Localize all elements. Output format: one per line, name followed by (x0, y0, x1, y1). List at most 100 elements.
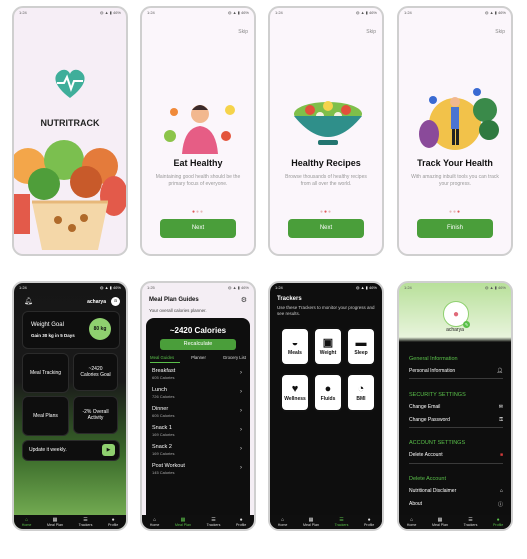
row-label: Change Email (409, 404, 441, 410)
nav-profile[interactable]: ● Profile (236, 517, 246, 527)
nav-label: Profile (236, 523, 247, 527)
tab-grocery-list[interactable]: Grocery List (223, 355, 246, 360)
nav-home[interactable]: ⌂ Home (22, 517, 32, 527)
nav-label: Trackers (334, 523, 349, 527)
meal-plan-subtitle: Your overall calories planner. (149, 308, 207, 313)
meal-plan-screen: 1:25 ◍ ▲ ▮ 46% Meal Plan Guides ⚙ Your ov… (140, 281, 256, 531)
tile-label: -2% Overall Activity (82, 409, 109, 421)
update-weekly-card[interactable]: Update it weekly. ▶ (22, 440, 120, 461)
onboarding-title: Healthy Recipes (291, 158, 361, 168)
onboarding-eat-healthy: 1:24 ◍ ▲ ▮ 46% Skip Eat Healthy Maintaini… (140, 6, 256, 256)
gauge-icon: ◔ (357, 383, 365, 395)
onboarding-title: Track Your Health (417, 158, 493, 168)
home-screen: 1:24 ◍ ▲ ▮ 46% 🔔︎ acharya a Weight Goal G… (12, 281, 128, 531)
skip-button[interactable]: Skip (366, 29, 376, 35)
avatar-initial: a (114, 298, 117, 304)
finish-button[interactable]: Finish (417, 219, 493, 238)
nav-profile[interactable]: ● Profile (108, 517, 118, 527)
chevron-right-icon: › (240, 389, 242, 395)
bottom-nav: ⌂ Home ▦ Meal Plan ☰ Trackers ● Profile (142, 515, 254, 529)
tracker-wellness[interactable]: ♥ Wellness (280, 373, 310, 412)
delete-account-row[interactable]: Delete Account ■ (409, 452, 503, 458)
bell-icon[interactable]: 🔔︎ (24, 297, 33, 305)
nav-label: Profile (108, 523, 119, 527)
gear-icon[interactable]: ⚙ (241, 296, 247, 304)
nav-trackers[interactable]: ☰ Trackers (464, 517, 478, 527)
meal-row-snack-1[interactable]: Snack 1 169 Calories › (152, 425, 244, 437)
row-label: Delete Account (409, 452, 443, 458)
status-icons: ◍ ▲ ▮ 46% (228, 285, 249, 290)
nav-home[interactable]: ⌂ Home (278, 517, 288, 527)
skip-button[interactable]: Skip (238, 29, 248, 35)
calories-goal-tile[interactable]: ~2420 Calories Goal (73, 353, 118, 391)
nav-home[interactable]: ⌂ Home (150, 517, 160, 527)
nav-label: Meal Plan (431, 523, 448, 527)
tracker-weight[interactable]: ▣ Weight (313, 327, 343, 366)
bed-icon: ▬ (355, 337, 367, 349)
overall-activity-tile[interactable]: -2% Overall Activity (73, 396, 118, 434)
avatar[interactable]: a (111, 297, 120, 306)
nav-label: Home (277, 523, 288, 527)
tile-label: Meal Tracking (29, 370, 62, 376)
nav-trackers[interactable]: ☰ Trackers (207, 517, 221, 527)
status-icons: ◍ ▲ ▮ 46% (356, 285, 377, 290)
row-label: Change Password (409, 417, 450, 423)
status-bar: 1:24 ◍ ▲ ▮ 46% (142, 8, 254, 17)
meal-plan-title: Meal Plan Guides (149, 297, 199, 303)
recalculate-button[interactable]: Recalculate (160, 339, 236, 350)
nav-home[interactable]: ⌂ Home (407, 517, 417, 527)
tile-label: Meal Plans (33, 413, 58, 419)
tab-planner[interactable]: Planner (191, 355, 206, 360)
nutritional-disclaimer-row[interactable]: Nutritional Disclaimer ⌂ (409, 488, 503, 494)
nav-profile[interactable]: ● Profile (364, 517, 374, 527)
page-indicator: ●●● (191, 209, 205, 215)
nav-meal-plan[interactable]: ▦ Meal Plan (303, 517, 319, 527)
next-button[interactable]: Next (288, 219, 364, 238)
chevron-right-icon: › (240, 427, 242, 433)
personal-information-row[interactable]: Personal Information 👤︎ (409, 368, 503, 374)
meal-name: Snack 2 (152, 444, 172, 450)
meal-row-dinner[interactable]: Dinner 605 Calories › (152, 406, 244, 418)
meal-row-snack-2[interactable]: Snack 2 169 Calories › (152, 444, 244, 456)
person-icon: 👤︎ (496, 368, 503, 374)
nav-trackers[interactable]: ☰ Trackers (79, 517, 93, 527)
meal-name: Breakfast (152, 368, 176, 374)
next-button[interactable]: Next (160, 219, 236, 238)
play-button[interactable]: ▶ (102, 444, 115, 456)
about-row[interactable]: About ⓘ (409, 501, 503, 508)
nav-meal-plan[interactable]: ▦ Meal Plan (175, 517, 191, 527)
nav-trackers[interactable]: ☰ Trackers (335, 517, 349, 527)
meal-calories: 145 Calories (152, 470, 175, 475)
weight-goal-card[interactable]: Weight Goal Gain 30 kg in 5 Days 80 kg (22, 311, 120, 349)
meal-tracking-tile[interactable]: Meal Tracking (22, 353, 69, 393)
section-security: SECURITY SETTINGS (409, 392, 466, 398)
meal-row-lunch[interactable]: Lunch 726 Calories › (152, 387, 244, 399)
tracker-fluids[interactable]: ● Fluids (313, 373, 343, 412)
nav-label: Trackers (206, 523, 221, 527)
chevron-right-icon: › (240, 446, 242, 452)
meal-row-post-workout[interactable]: Post Workout 145 Calories › (152, 463, 244, 475)
onboarding-title: Eat Healthy (173, 158, 223, 168)
tracker-bmi[interactable]: ◔ BMI (346, 373, 376, 412)
meal-calories: 605 Calories (152, 413, 175, 418)
skip-button[interactable]: Skip (495, 29, 505, 35)
status-bar: 1:24 ◍ ▲ ▮ 46% (14, 8, 126, 17)
tracker-meals[interactable]: ◒ Meals (280, 327, 310, 366)
tracker-sleep[interactable]: ▬ Sleep (346, 327, 376, 366)
tracker-label: Wellness (284, 396, 306, 402)
status-bar: 1:25 ◍ ▲ ▮ 46% (142, 283, 254, 292)
nav-label: Meal Plan (174, 523, 191, 527)
meal-row-breakfast[interactable]: Breakfast 605 Calories › (152, 368, 244, 380)
change-email-row[interactable]: Change Email ✉ (409, 404, 503, 410)
meal-plan-panel: ~2420 Calories Recalculate Meal Guides P… (146, 318, 250, 515)
change-password-row[interactable]: Change Password ⚿ (409, 417, 503, 423)
status-bar: 1:24 ◍ ▲ ▮ 46% (399, 283, 511, 292)
edit-avatar-icon[interactable]: ✎ (463, 321, 470, 328)
tab-meal-guides[interactable]: Meal Guides (150, 355, 174, 360)
meal-plans-tile[interactable]: Meal Plans (22, 396, 69, 436)
meal-calories: 169 Calories (152, 432, 175, 437)
row-label: About (409, 501, 423, 507)
nav-meal-plan[interactable]: ▦ Meal Plan (432, 517, 448, 527)
nav-meal-plan[interactable]: ▦ Meal Plan (47, 517, 63, 527)
nav-profile[interactable]: ● Profile (493, 517, 503, 527)
